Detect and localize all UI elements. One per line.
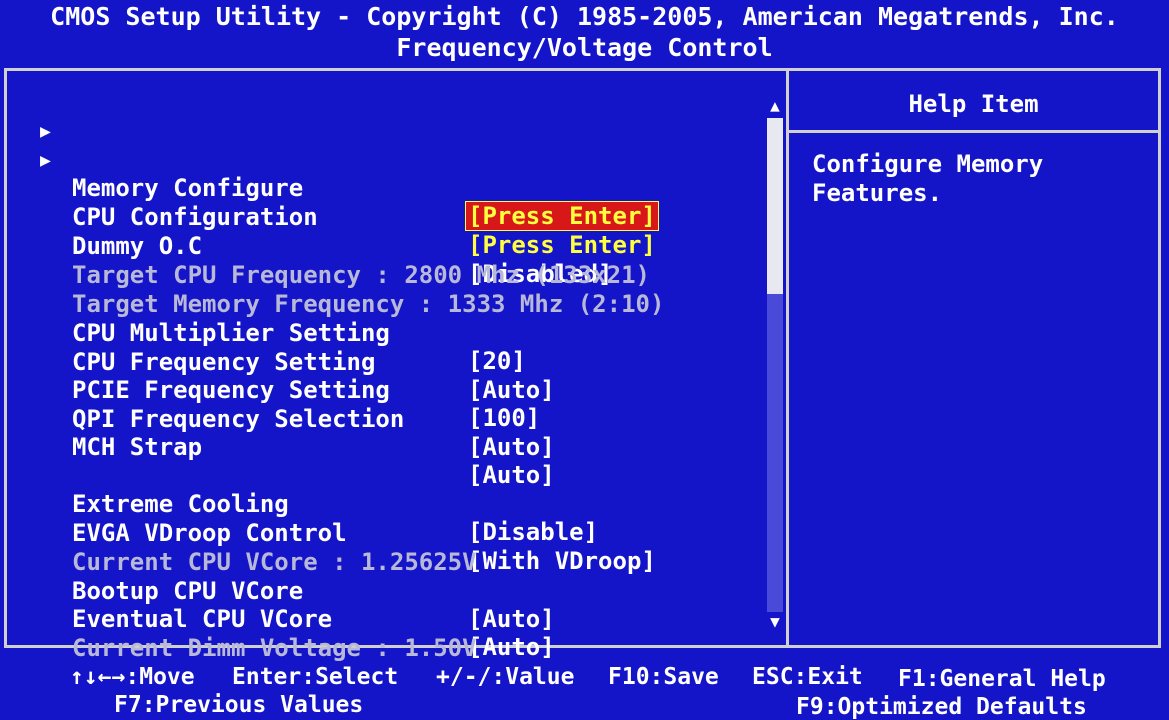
menu-item-label: Memory Configure bbox=[72, 174, 304, 202]
menu-item-evga-vdroop[interactable]: EVGA VDroop Control [With VDroop] bbox=[0, 491, 780, 575]
submenu-arrow-icon: ▶ bbox=[40, 121, 51, 142]
menu-item-label: MCH Strap bbox=[72, 433, 203, 461]
menu-item-mch-strap[interactable]: MCH Strap [Auto] bbox=[0, 405, 780, 489]
menu-item-extreme-cooling[interactable]: Extreme Cooling [Disable] bbox=[0, 462, 780, 546]
help-item-text: Configure Memory Features. bbox=[812, 150, 1044, 207]
menu-item-cpu-multiplier[interactable]: CPU Multiplier Setting [20] bbox=[0, 291, 780, 375]
footer-move-hint: ↑↓←→:Move bbox=[70, 664, 195, 690]
info-target-memory-frequency: Target Memory Frequency : 1333 Mhz (2:10… bbox=[0, 262, 780, 318]
menu-item-cpu-frequency[interactable]: CPU Frequency Setting [Auto] bbox=[0, 320, 780, 404]
menu-item-value[interactable]: [Auto] bbox=[468, 433, 555, 461]
submenu-arrow-icon: ▶ bbox=[40, 150, 51, 171]
scroll-down-icon[interactable]: ▼ bbox=[765, 612, 785, 631]
info-current-dimm-voltage: Current Dimm Voltage : 1.50V bbox=[0, 606, 780, 662]
footer-select-hint: Enter:Select bbox=[232, 664, 399, 690]
help-item-title: Help Item bbox=[908, 90, 1039, 118]
menu-item-qpi-frequency[interactable]: QPI Frequency Selection [Auto] bbox=[0, 377, 780, 461]
menu-item-dummy-oc[interactable]: Dummy O.C [Disabled] bbox=[0, 204, 780, 288]
panel-divider bbox=[786, 71, 789, 645]
footer-defaults-hint: F9:Optimized Defaults bbox=[796, 694, 1087, 720]
header-title: CMOS Setup Utility - Copyright (C) 1985-… bbox=[50, 2, 1119, 31]
menu-item-cpu-configuration[interactable]: ▶ CPU Configuration [Press Enter] bbox=[0, 147, 780, 259]
menu-item-pcie-frequency[interactable]: PCIE Frequency Setting [100] bbox=[0, 348, 780, 432]
help-divider bbox=[789, 130, 1158, 133]
footer-previous-hint: F7:Previous Values bbox=[114, 692, 364, 718]
scrollbar-thumb[interactable] bbox=[767, 118, 783, 294]
info-current-cpu-vcore: Current CPU VCore : 1.25625V bbox=[0, 520, 780, 576]
scroll-up-icon[interactable]: ▲ bbox=[765, 96, 785, 115]
menu-item-bootup-cpu-vcore[interactable]: Bootup CPU VCore [Auto] bbox=[0, 549, 780, 633]
menu-item-value[interactable]: [Auto] bbox=[468, 633, 555, 661]
footer-save-hint: F10:Save bbox=[608, 664, 719, 690]
info-target-cpu-frequency: Target CPU Frequency : 2800 Mhz (133x21) bbox=[0, 233, 780, 289]
footer-exit-hint: ESC:Exit bbox=[752, 664, 863, 690]
menu-item-eventual-cpu-vcore[interactable]: Eventual CPU VCore [Auto] bbox=[0, 577, 780, 661]
page-subtitle: Frequency/Voltage Control bbox=[396, 33, 773, 62]
footer-value-hint: +/-/:Value bbox=[436, 664, 575, 690]
menu-item-memory-configure[interactable]: ▶ Memory Configure [Press Enter] bbox=[0, 118, 780, 231]
footer-help-hint: F1:General Help bbox=[898, 666, 1106, 692]
info-label: Current Dimm Voltage : 1.50V bbox=[72, 634, 477, 662]
